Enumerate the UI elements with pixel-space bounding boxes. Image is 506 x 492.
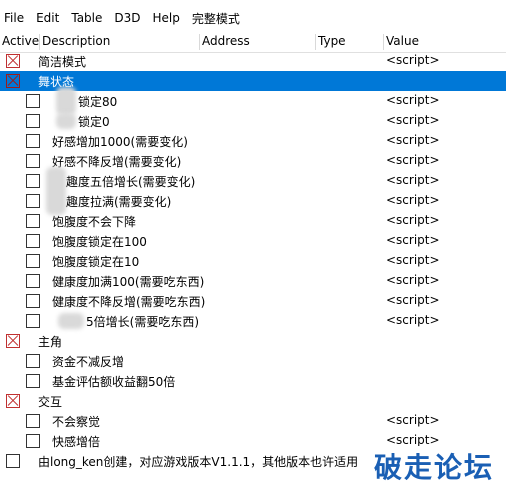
column-description[interactable]: Description [40,34,200,50]
row-value: <script> [386,313,440,327]
group-checkbox[interactable] [6,334,20,348]
table-row[interactable]: 基金评估额收益翻50倍 [0,371,506,391]
row-checkbox[interactable] [26,94,40,108]
site-watermark: 破走论坛 [371,446,496,486]
table-row[interactable]: 5倍增长(需要吃东西) <script> [0,311,506,331]
group-checkbox[interactable] [6,54,20,68]
table-row[interactable]: 好感增加1000(需要变化) <script> [0,131,506,151]
table-header: Active Description Address Type Value [0,32,506,53]
row-checkbox[interactable] [6,454,20,468]
row-description: 资金不减反增 [52,355,125,369]
cheat-table: 简洁模式 <script> 舞状态 锁定80 <script> 锁定0 <scr… [0,51,506,471]
row-value: <script> [386,153,440,167]
table-row[interactable]: 饱腹度锁定在100 <script> [0,231,506,251]
row-checkbox[interactable] [26,234,40,248]
row-checkbox[interactable] [26,214,40,228]
row-value: <script> [386,413,440,427]
row-checkbox[interactable] [26,194,40,208]
row-checkbox[interactable] [26,374,40,388]
row-value: <script> [386,433,440,447]
table-row[interactable]: 饱腹度锁定在10 <script> [0,251,506,271]
table-row[interactable]: 健康度不降反增(需要吃东西) <script> [0,291,506,311]
row-value: <script> [386,93,440,107]
row-description: 好感不降反增(需要变化) [52,155,182,169]
menu-edit[interactable]: Edit [30,11,65,25]
group-checkbox[interactable] [6,74,20,88]
row-value: <script> [386,293,440,307]
row-checkbox[interactable] [26,294,40,308]
row-value: <script> [386,213,440,227]
row-description: 饱腹度不会下降 [52,215,137,229]
menu-full-mode[interactable]: 完整模式 [186,10,246,27]
group-checkbox[interactable] [6,394,20,408]
row-description: 快感增倍 [52,435,101,449]
row-value: <script> [386,173,440,187]
table-row-selected[interactable]: 舞状态 [0,71,506,91]
row-description: 饱腹度锁定在10 [52,255,140,269]
row-description: 好感增加1000(需要变化) [52,135,188,149]
row-description: 5倍增长(需要吃东西) [86,315,199,329]
redaction-blur [56,113,76,129]
menu-file[interactable]: File [0,11,30,25]
row-description: 饱腹度锁定在100 [52,235,147,249]
column-address[interactable]: Address [200,34,316,50]
table-row[interactable]: 健康度加满100(需要吃东西) <script> [0,271,506,291]
table-row[interactable]: 简洁模式 <script> [0,51,506,71]
row-description: 趣度拉满(需要变化) [66,195,172,209]
table-row[interactable]: 主角 [0,331,506,351]
column-value[interactable]: Value [384,34,506,50]
table-row[interactable]: 饱腹度不会下降 <script> [0,211,506,231]
table-row[interactable]: 锁定0 <script> [0,111,506,131]
row-description: 锁定0 [78,115,110,129]
menu-d3d[interactable]: D3D [108,11,146,25]
table-row[interactable]: 趣度五倍增长(需要变化) <script> [0,167,506,215]
row-value: <script> [386,53,440,67]
row-checkbox[interactable] [26,314,40,328]
table-row[interactable]: 好感不降反增(需要变化) <script> [0,151,506,171]
row-description: 主角 [38,335,63,349]
row-description: 由long_ken创建，对应游戏版本V1.1.1，其他版本也许适用 [38,455,359,469]
row-description: 基金评估额收益翻50倍 [52,375,176,389]
row-checkbox[interactable] [26,354,40,368]
row-description: 健康度加满100(需要吃东西) [52,275,205,289]
row-description: 健康度不降反增(需要吃东西) [52,295,206,309]
column-type[interactable]: Type [316,34,384,50]
row-checkbox[interactable] [26,114,40,128]
column-active[interactable]: Active [0,34,40,50]
row-description: 不会察觉 [52,415,101,429]
row-checkbox[interactable] [26,154,40,168]
row-value: <script> [386,253,440,267]
row-checkbox[interactable] [26,274,40,288]
menu-bar: File Edit Table D3D Help 完整模式 [0,8,506,28]
menu-help[interactable]: Help [147,11,186,25]
table-row[interactable]: 资金不减反增 [0,351,506,371]
row-checkbox[interactable] [26,434,40,448]
table-row[interactable]: 不会察觉 <script> [0,411,506,431]
table-row[interactable]: 交互 [0,391,506,411]
row-description: 趣度五倍增长(需要变化) [66,175,196,189]
menu-table[interactable]: Table [65,11,108,25]
row-description: 锁定80 [78,95,118,109]
row-value: <script> [386,113,440,127]
row-description: 简洁模式 [38,55,87,69]
redaction-blur [58,313,84,329]
row-value: <script> [386,193,440,207]
row-value: <script> [386,133,440,147]
row-checkbox[interactable] [26,414,40,428]
table-row[interactable]: 锁定80 <script> [0,87,506,115]
row-value: <script> [386,233,440,247]
table-row[interactable]: 趣度拉满(需要变化) <script> [0,191,506,211]
row-description: 交互 [38,395,63,409]
row-checkbox[interactable] [26,134,40,148]
row-checkbox[interactable] [26,254,40,268]
row-value: <script> [386,273,440,287]
row-checkbox[interactable] [26,174,40,188]
